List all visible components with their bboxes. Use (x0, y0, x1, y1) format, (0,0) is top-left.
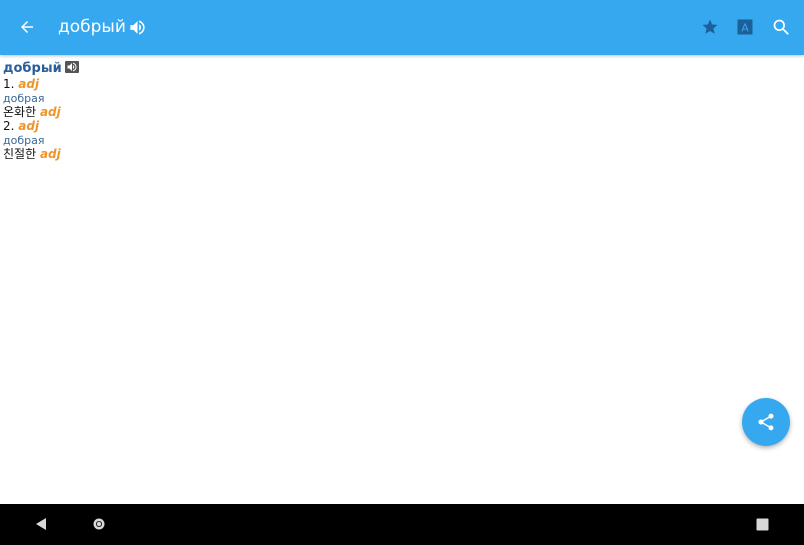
word-form: добрая (3, 134, 45, 147)
app-bar: добрый A (0, 0, 804, 55)
translation: 친절한 (3, 147, 37, 161)
share-button[interactable] (742, 398, 790, 446)
speaker-icon[interactable] (126, 15, 148, 39)
star-icon[interactable] (698, 15, 722, 39)
search-icon[interactable] (768, 14, 794, 40)
pronounce-speaker-icon[interactable] (64, 61, 79, 73)
translate-icon[interactable]: A (733, 15, 757, 39)
translation: 온화한 (3, 105, 37, 119)
dictionary-entry: добрый 1. adj добрая 온화한 adj 2. adj добр… (3, 60, 793, 161)
share-icon (758, 413, 774, 431)
nav-home-icon[interactable] (92, 517, 106, 531)
sense-number: 1. (3, 77, 15, 91)
system-navigation-bar (0, 504, 804, 545)
sense-form-row: добрая (3, 91, 793, 105)
word-form: добрая (3, 92, 45, 105)
part-of-speech: adj (18, 119, 40, 133)
headword-row: добрый (3, 60, 793, 77)
sense-header: 2. adj (3, 119, 793, 133)
part-of-speech: adj (18, 77, 40, 91)
nav-recents-icon[interactable] (756, 518, 769, 531)
nav-back-icon[interactable] (34, 517, 48, 531)
translation-row: 친절한 adj (3, 147, 793, 161)
back-arrow-icon[interactable] (14, 14, 40, 40)
page-title: добрый (58, 17, 126, 37)
translation-pos: adj (39, 147, 61, 161)
sense-header: 1. adj (3, 77, 793, 91)
sense-form-row: добрая (3, 133, 793, 147)
translation-row: 온화한 adj (3, 105, 793, 119)
sense-number: 2. (3, 119, 15, 133)
headword: добрый (3, 61, 62, 76)
svg-text:A: A (741, 22, 749, 35)
translation-pos: adj (39, 105, 61, 119)
